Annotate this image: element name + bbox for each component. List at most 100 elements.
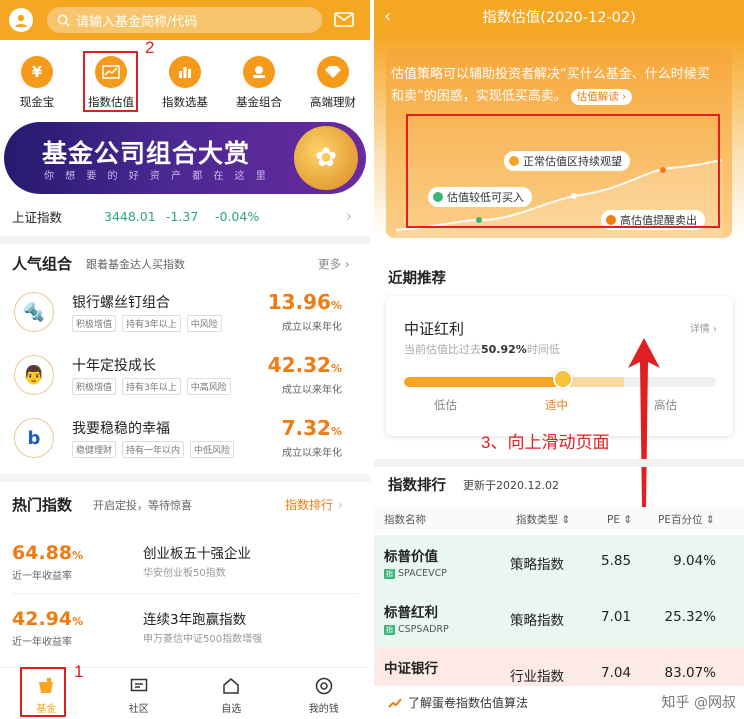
watermark: 知乎 @网叔 [661,695,736,711]
hot-fund: 申万菱信中证500指数增强 [143,634,263,645]
row-code: 指 SPACEVCP [384,568,447,579]
rank-update-time: 更新于2020.12.02 [463,479,559,492]
divider [0,236,370,244]
page-title: 指数估值(2020-12-02) [482,9,636,26]
hot-index-subtitle: 开启定投，等待惊喜 [93,499,192,512]
row-type: 策略指数 [510,557,564,573]
back-arrow-icon[interactable]: ‹ [384,6,391,27]
row-type: 策略指数 [510,613,564,629]
tab-watchlist[interactable]: 自选 [185,668,278,719]
nav-portfolio[interactable]: 基金组合 [222,40,296,116]
table-row[interactable]: 标普红利 指 CSPSADRP 策略指数 7.01 25.32% [374,591,744,647]
portfolio-item[interactable]: 🔩 银行螺丝钉组合 积极增值 持有3年以上 中风险 13.96% 成立以来年化 [0,282,370,344]
rank-title: 指数排行 [388,478,446,494]
hot-index-title: 热门指数 [12,496,73,514]
popular-title: 人气组合 [12,255,73,273]
portfolio-return: 42.32% [267,353,342,377]
portfolio-icon [243,56,275,88]
portfolio-item[interactable]: b 我要稳稳的幸福 稳健理财 持有一年以内 中低风险 7.32% 成立以来年化 [0,408,370,470]
portfolio-item[interactable]: 👨 十年定投成长 积极增值 持有3年以上 中高风险 42.32% 成立以来年化 [0,345,370,407]
bar-fill [404,377,563,387]
portfolio-tag: 中风险 [186,315,222,332]
nav-premium[interactable]: 高端理财 [296,40,370,116]
portfolio-tag: 积极增值 [72,378,117,395]
chat-icon [129,676,149,696]
search-icon [57,14,70,27]
col-header-name: 指数名称 [384,514,426,526]
row-pe: 7.01 [601,609,632,625]
row-name: 中证银行 [384,661,438,677]
market-index-row[interactable]: 上证指数 3448.01 -1.37 -0.04% › [0,200,370,232]
hero-text: 估值策略可以辅助投资者解决“买什么基金、什么时候买和卖”的困惑，实现低买高卖。估… [391,67,710,105]
swipe-up-arrow-icon [628,338,660,508]
banner-subtitle: 你 想 要 的 好 资 产 都 在 这 里 [44,171,270,182]
table-row[interactable]: 标普价值 指 SPACEVCP 策略指数 5.85 9.04% [374,535,744,591]
index-rank-link[interactable]: 指数排行 › [285,496,343,513]
fund-home-screen: 请输入基金简称/代码 ¥ 现金宝 指数估值 指数选基 基金组合 高端理财 基金公司… [0,0,370,719]
trend-arrow-icon [388,697,402,708]
col-header-pe[interactable]: PE ⇕ [607,507,632,533]
portfolio-return: 7.32% [281,416,342,440]
row-name: 标普价值 [384,549,438,565]
step-number: 1 [74,662,84,681]
mail-icon[interactable] [334,12,354,27]
index-valuation-screen: ‹ 指数估值(2020-12-02) 估值策略可以辅助投资者解决“买什么基金、什… [374,0,744,719]
hot-fund: 华安创业板50指数 [143,568,226,579]
index-name: 上证指数 [12,209,63,225]
rank-table-header: 指数名称 指数类型 ⇕ PE ⇕ PE百分位 ⇕ [374,507,744,533]
tab-community[interactable]: 社区 [93,668,186,719]
bar-chart-icon [169,56,201,88]
portfolio-name: 十年定投成长 [72,358,156,374]
row-code: 指 CSPSADRP [384,624,449,635]
yuan-icon: ¥ [21,56,53,88]
nav-label: 现金宝 [19,95,55,109]
hot-return: 42.94% [12,608,84,630]
person-avatar-icon: 👨 [14,355,54,395]
portfolio-return-label: 成立以来年化 [282,385,342,396]
row-pe-percentile: 83.07% [664,665,716,681]
recommend-card[interactable]: 中证红利 详情 › 当前估值比过去50.92%时间低 低估 适中 高估 [386,296,733,436]
chevron-right-icon: › [338,498,343,512]
portfolio-tag: 中高风险 [186,378,231,395]
hot-return-label: 近一年收益率 [12,571,72,582]
index-change: -1.37 [166,208,199,224]
search-placeholder: 请输入基金简称/代码 [76,14,198,30]
promo-banner[interactable]: 基金公司组合大赏 你 想 要 的 好 资 产 都 在 这 里 ✿ [4,122,366,194]
divider [374,459,744,467]
hot-index-item[interactable]: 64.88% 近一年收益率 创业板五十强企业 华安创业板50指数 [0,530,370,590]
row-pe: 5.85 [601,553,632,569]
row-name: 标普红利 [384,605,438,621]
valuation-guide-button[interactable]: 估值解读 › [570,89,633,105]
hot-name: 连续3年跑赢指数 [143,612,247,628]
tab-label: 社区 [128,704,149,715]
hot-index-item[interactable]: 42.94% 近一年收益率 连续3年跑赢指数 申万菱信中证500指数增强 [0,596,370,656]
divider [0,474,370,482]
rec-index-name: 中证红利 [404,320,465,338]
chevron-right-icon: › [346,207,352,225]
rank-label: 指数排行 [285,498,334,512]
nav-index-pick[interactable]: 指数选基 [148,40,222,116]
portfolio-tag: 积极增值 [72,315,117,332]
tab-my-money[interactable]: 我的钱 [278,668,371,719]
avatar[interactable] [9,8,33,32]
nav-cash[interactable]: ¥ 现金宝 [0,40,74,116]
quick-nav: ¥ 现金宝 指数估值 指数选基 基金组合 高端理财 [0,40,370,116]
popular-more-link[interactable]: 更多 › [318,256,350,272]
col-header-pe-percentile[interactable]: PE百分位 ⇕ [658,507,715,533]
row-type: 行业指数 [510,669,564,685]
col-header-type[interactable]: 指数类型 ⇕ [516,507,570,533]
hot-name: 创业板五十强企业 [143,546,251,562]
portfolio-return-label: 成立以来年化 [282,322,342,333]
highlight-box-fund-tab [20,667,66,717]
popular-subtitle: 跟着基金达人买指数 [86,258,185,271]
house-icon [221,676,241,696]
search-bar[interactable]: 请输入基金简称/代码 [47,7,322,33]
step-number: 2 [145,38,155,57]
top-bar: 请输入基金简称/代码 [0,0,370,40]
diamond-icon [317,56,349,88]
rec-detail-link[interactable]: 详情 › [690,320,717,335]
index-value: 3448.01 [104,208,156,224]
portfolio-name: 银行螺丝钉组合 [72,295,170,311]
hot-return-label: 近一年收益率 [12,637,72,648]
more-label: 更多 [318,257,341,271]
